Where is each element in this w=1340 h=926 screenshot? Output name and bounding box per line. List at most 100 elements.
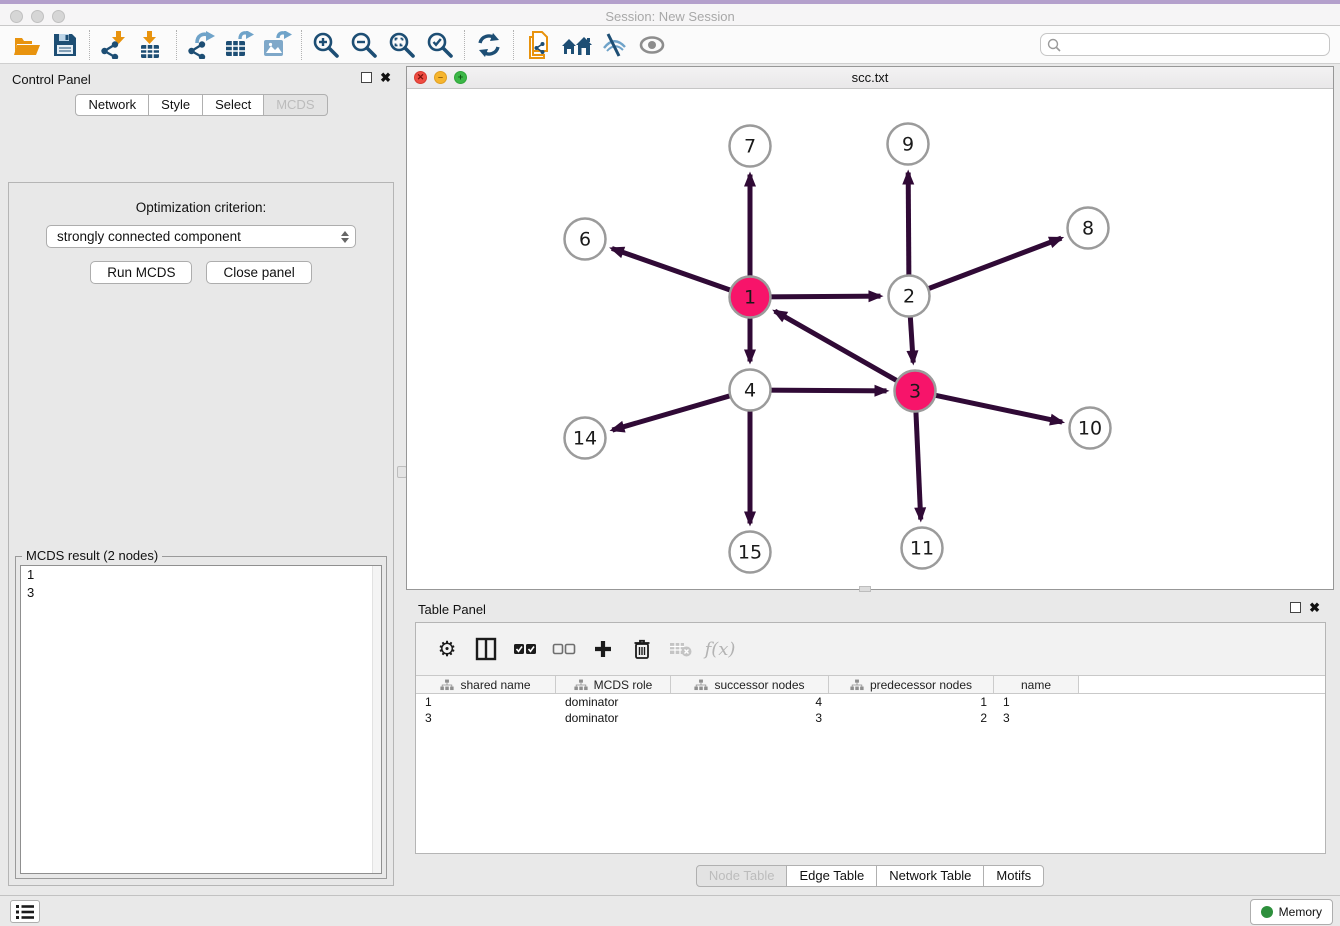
cell-predecessor-nodes[interactable]: 2 <box>829 711 994 725</box>
tab-node-table[interactable]: Node Table <box>696 865 788 887</box>
result-scrollbar[interactable] <box>372 566 381 873</box>
search-input[interactable] <box>1062 36 1329 54</box>
control-panel: Control Panel ✖ Network Style Select MCD… <box>0 64 403 895</box>
close-table-panel-icon[interactable]: ✖ <box>1309 602 1320 613</box>
show-panels-button[interactable] <box>633 28 671 62</box>
cell-shared-name[interactable]: 3 <box>416 711 556 725</box>
open-folder-icon <box>13 32 41 58</box>
tab-edge-table[interactable]: Edge Table <box>786 865 877 887</box>
add-column-button[interactable] <box>588 634 618 664</box>
run-mcds-button[interactable]: Run MCDS <box>90 261 192 284</box>
memory-status-icon <box>1261 906 1273 918</box>
clone-network-button[interactable] <box>519 28 557 62</box>
import-network-button[interactable] <box>95 28 133 62</box>
export-table-button[interactable] <box>220 28 258 62</box>
graph-edge-4-14[interactable] <box>612 394 735 430</box>
network-canvas[interactable]: 7968124314101511 <box>407 89 1333 589</box>
graph-edge-2-3[interactable] <box>910 311 913 362</box>
close-panel-icon[interactable]: ✖ <box>380 72 391 83</box>
float-table-panel-icon[interactable] <box>1290 602 1301 613</box>
network-window-titlebar[interactable]: ✕ – + scc.txt <box>407 67 1333 89</box>
columns-icon <box>475 637 497 661</box>
network-resize-grip[interactable] <box>859 586 871 592</box>
checked-boxes-icon <box>513 642 537 656</box>
mcds-result-item[interactable]: 3 <box>21 584 381 602</box>
tab-network-table[interactable]: Network Table <box>876 865 984 887</box>
graph-edge-3-10[interactable] <box>930 394 1062 422</box>
graph-node-label: 8 <box>1082 218 1094 240</box>
graph-edge-4-3[interactable] <box>765 390 886 391</box>
select-all-button[interactable] <box>510 634 540 664</box>
tab-network[interactable]: Network <box>75 94 149 116</box>
graph-edge-3-11[interactable] <box>916 406 921 519</box>
node-table-body: ⚙ f(x) <box>415 622 1326 854</box>
deselect-all-button[interactable] <box>549 634 579 664</box>
criterion-dropdown[interactable]: strongly connected component <box>46 225 356 248</box>
column-visibility-button[interactable] <box>471 634 501 664</box>
zoom-selected-button[interactable] <box>421 28 459 62</box>
table-row[interactable]: 1 dominator 4 1 1 <box>416 694 1325 710</box>
zoom-fit-button[interactable] <box>383 28 421 62</box>
zoom-in-icon <box>312 31 340 59</box>
table-row[interactable]: 3 dominator 3 2 3 <box>416 710 1325 726</box>
graph-edge-2-9[interactable] <box>908 172 909 280</box>
header-shared-name[interactable]: shared name <box>416 676 556 693</box>
refresh-button[interactable] <box>470 28 508 62</box>
cell-predecessor-nodes[interactable]: 1 <box>829 695 994 709</box>
mcds-result-title: MCDS result (2 nodes) <box>22 548 162 563</box>
header-successor-nodes[interactable]: successor nodes <box>671 676 829 693</box>
header-name[interactable]: name <box>994 676 1079 693</box>
tab-motifs[interactable]: Motifs <box>983 865 1044 887</box>
import-network-icon <box>100 31 128 59</box>
header-filler <box>1079 676 1325 693</box>
hide-panels-button[interactable] <box>595 28 633 62</box>
graph-edge-3-1[interactable] <box>775 311 902 383</box>
memory-button[interactable]: Memory <box>1250 899 1333 925</box>
graph-edge-1-2[interactable] <box>765 296 880 297</box>
tab-mcds[interactable]: MCDS <box>263 94 327 116</box>
column-label: MCDS role <box>594 678 653 692</box>
cell-successor-nodes[interactable]: 3 <box>671 711 829 725</box>
eye-slash-icon <box>600 32 628 58</box>
export-image-button[interactable] <box>258 28 296 62</box>
table-toolbar: ⚙ f(x) <box>416 623 1325 675</box>
task-history-button[interactable] <box>10 900 40 923</box>
cell-name[interactable]: 1 <box>994 695 1079 709</box>
zoom-in-button[interactable] <box>307 28 345 62</box>
mcds-result-item[interactable]: 1 <box>21 566 381 584</box>
import-table-button[interactable] <box>133 28 171 62</box>
tab-select[interactable]: Select <box>202 94 264 116</box>
reset-layout-button[interactable] <box>557 28 595 62</box>
graph-node-label: 2 <box>903 286 915 308</box>
delete-table-button[interactable] <box>666 634 696 664</box>
graph-edge-2-8[interactable] <box>923 238 1061 290</box>
graph-node-label: 10 <box>1078 418 1102 440</box>
tree-icon <box>574 679 588 691</box>
cell-shared-name[interactable]: 1 <box>416 695 556 709</box>
global-search[interactable] <box>1040 33 1330 56</box>
cell-mcds-role[interactable]: dominator <box>556 695 671 709</box>
cell-name[interactable]: 3 <box>994 711 1079 725</box>
mcds-result-list[interactable]: 1 3 <box>20 565 382 874</box>
open-file-button[interactable] <box>8 28 46 62</box>
cell-successor-nodes[interactable]: 4 <box>671 695 829 709</box>
save-floppy-icon <box>52 32 78 58</box>
graph-edge-1-6[interactable] <box>612 248 735 291</box>
function-builder-button[interactable]: f(x) <box>705 634 735 664</box>
save-session-button[interactable] <box>46 28 84 62</box>
table-settings-button[interactable]: ⚙ <box>432 634 462 664</box>
cell-mcds-role[interactable]: dominator <box>556 711 671 725</box>
zoom-out-button[interactable] <box>345 28 383 62</box>
header-predecessor-nodes[interactable]: predecessor nodes <box>829 676 994 693</box>
column-label: name <box>1021 678 1051 692</box>
refresh-icon <box>476 32 502 58</box>
header-mcds-role[interactable]: MCDS role <box>556 676 671 693</box>
tab-style[interactable]: Style <box>148 94 203 116</box>
app-titlebar: Session: New Session <box>0 0 1340 26</box>
close-panel-button[interactable]: Close panel <box>206 261 311 284</box>
eye-icon <box>638 33 666 57</box>
delete-column-button[interactable] <box>627 634 657 664</box>
export-network-button[interactable] <box>182 28 220 62</box>
float-panel-icon[interactable] <box>361 72 372 83</box>
toolbar-divider <box>301 30 302 60</box>
